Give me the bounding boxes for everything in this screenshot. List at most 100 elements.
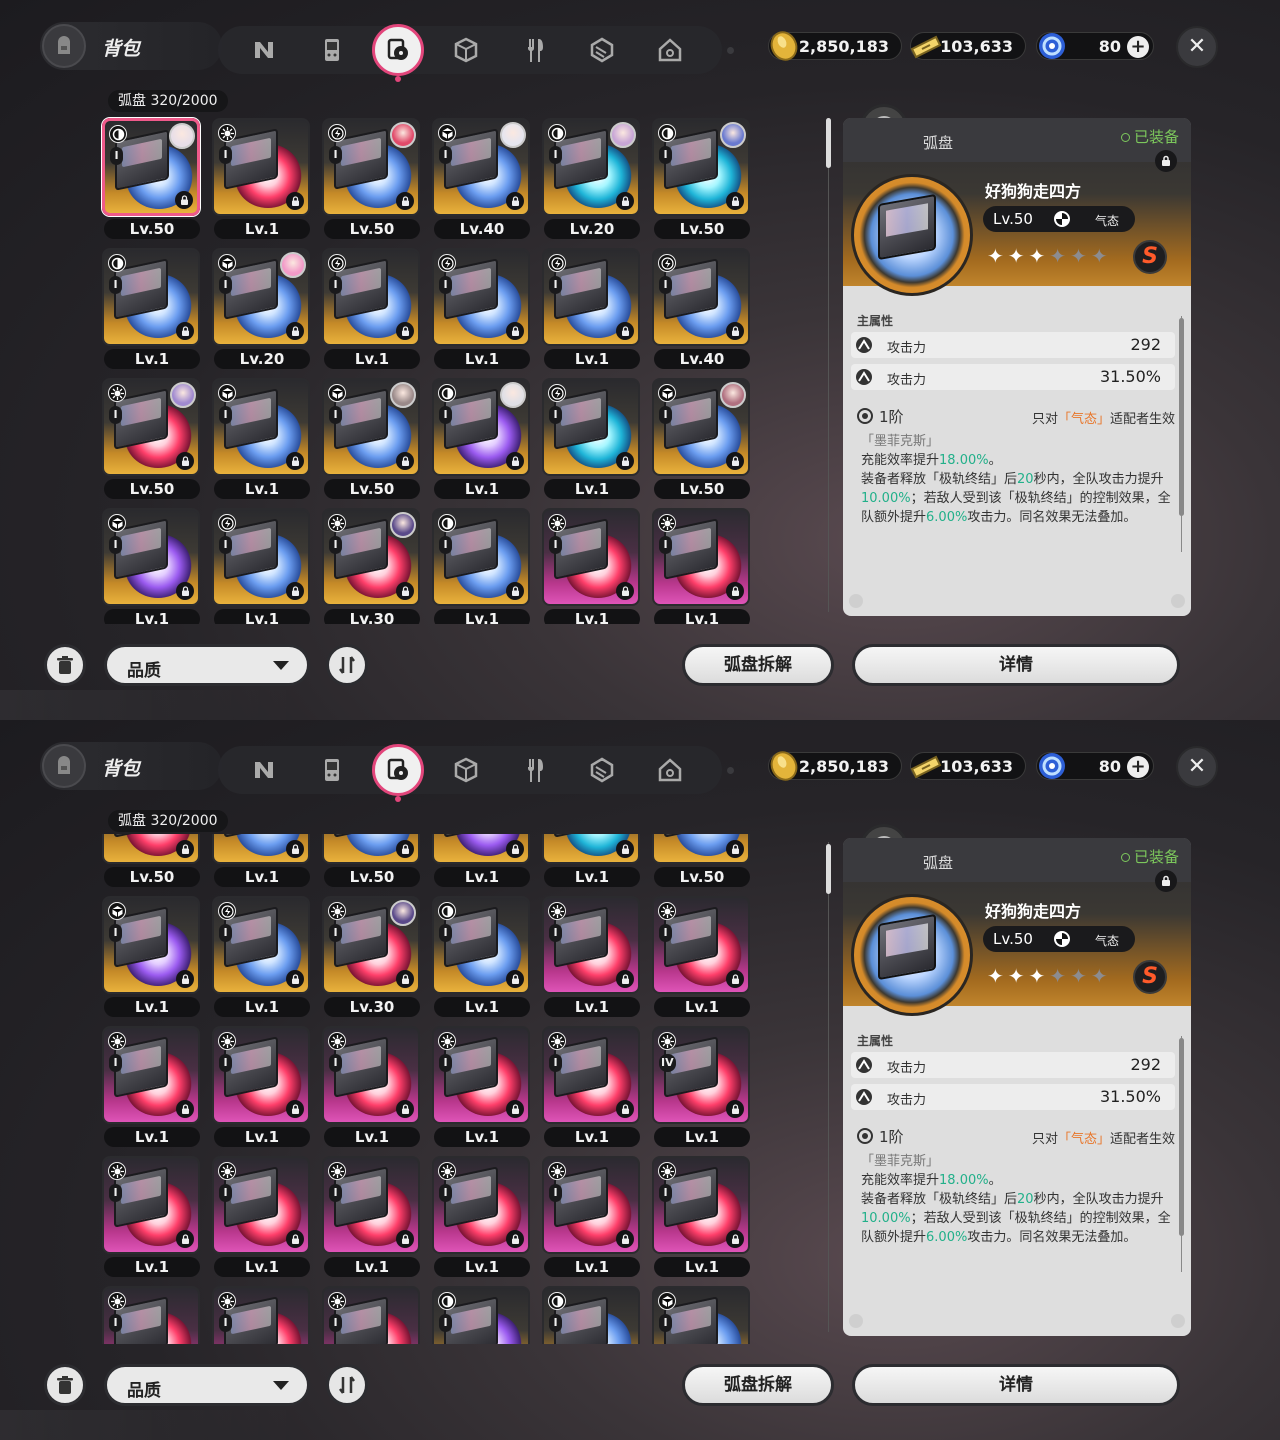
lock-icon[interactable] — [396, 1230, 414, 1248]
disc-card[interactable]: I — [652, 896, 750, 994]
lock-icon[interactable] — [506, 582, 524, 600]
disc-slot[interactable]: I Lv.1 — [432, 378, 532, 500]
quality-filter-dropdown[interactable]: 品质 — [104, 644, 310, 686]
tab-disc-icon[interactable] — [372, 744, 424, 802]
lock-icon[interactable] — [176, 1100, 194, 1118]
disc-slot[interactable]: I Lv.1 — [322, 1026, 422, 1148]
disc-slot[interactable]: IV Lv.1 — [652, 1026, 752, 1148]
disc-card[interactable]: IV — [652, 1026, 750, 1124]
disc-card[interactable]: I — [652, 834, 750, 864]
tab-material-icon[interactable] — [580, 28, 624, 72]
disc-card[interactable]: I — [542, 1286, 640, 1344]
disc-slot[interactable]: I Lv.1 — [542, 1156, 642, 1278]
details-button[interactable]: 详情 — [852, 1364, 1180, 1406]
disc-slot[interactable]: I Lv.1 — [102, 1026, 202, 1148]
disc-dismantle-button[interactable]: 弧盘拆解 — [682, 644, 834, 686]
grid-scroll-thumb[interactable] — [826, 844, 831, 894]
lock-icon[interactable] — [176, 322, 194, 340]
disc-card[interactable]: I — [102, 378, 200, 476]
disc-slot[interactable]: I — [652, 1286, 752, 1344]
disc-slot[interactable]: I — [542, 1286, 642, 1344]
disc-slot[interactable]: I Lv.1 — [212, 896, 312, 1018]
disc-slot[interactable]: I Lv.50 — [322, 378, 422, 500]
tab-n-icon[interactable] — [242, 748, 286, 792]
lock-icon[interactable] — [616, 322, 634, 340]
lock-icon[interactable] — [726, 840, 744, 858]
lock-icon[interactable] — [506, 192, 524, 210]
disc-card[interactable]: I — [102, 896, 200, 994]
tab-home-icon[interactable] — [648, 28, 692, 72]
disc-slot[interactable]: I Lv.1 — [212, 378, 312, 500]
tab-home-icon[interactable] — [648, 748, 692, 792]
lock-icon[interactable] — [506, 970, 524, 988]
detail-scrollbar[interactable] — [1179, 1032, 1184, 1276]
tab-gadget-icon[interactable] — [310, 28, 354, 72]
lock-icon[interactable] — [616, 1230, 634, 1248]
close-button[interactable]: ✕ — [1176, 26, 1218, 68]
disc-slot[interactable]: I Lv.50 — [652, 378, 752, 500]
disc-slot[interactable]: I Lv.40 — [652, 248, 752, 370]
lock-icon[interactable] — [396, 970, 414, 988]
disc-slot[interactable]: I Lv.40 — [432, 118, 532, 240]
trash-button[interactable] — [44, 1364, 86, 1406]
disc-card[interactable]: I — [652, 508, 750, 606]
lock-icon[interactable] — [616, 452, 634, 470]
disc-card[interactable]: I — [652, 248, 750, 346]
disc-card[interactable]: I — [322, 1286, 420, 1344]
lock-icon[interactable] — [726, 452, 744, 470]
lock-icon[interactable] — [506, 452, 524, 470]
disc-card[interactable]: I — [212, 1286, 310, 1344]
disc-card[interactable]: I — [322, 248, 420, 346]
quality-filter-dropdown[interactable]: 品质 — [104, 1364, 310, 1406]
sort-order-button[interactable] — [326, 1364, 368, 1406]
lock-icon[interactable] — [506, 1100, 524, 1118]
detail-scroll-thumb[interactable] — [1179, 1038, 1184, 1236]
disc-slot[interactable]: I Lv.1 — [212, 834, 312, 888]
disc-card[interactable]: I — [542, 248, 640, 346]
disc-card[interactable]: I — [652, 118, 750, 216]
disc-slot[interactable]: I Lv.1 — [102, 248, 202, 370]
lock-icon[interactable] — [176, 452, 194, 470]
disc-slot[interactable]: I — [322, 1286, 422, 1344]
disc-card[interactable]: I — [102, 1026, 200, 1124]
lock-icon[interactable] — [286, 970, 304, 988]
disc-slot[interactable]: I Lv.1 — [322, 1156, 422, 1278]
lock-icon[interactable] — [616, 1100, 634, 1118]
disc-slot[interactable]: I Lv.1 — [542, 896, 642, 1018]
trash-button[interactable] — [44, 644, 86, 686]
lock-icon[interactable] — [726, 192, 744, 210]
disc-card[interactable]: I — [432, 118, 530, 216]
sort-order-button[interactable] — [326, 644, 368, 686]
disc-card[interactable]: I — [212, 508, 310, 606]
lock-icon[interactable] — [286, 1100, 304, 1118]
lock-icon[interactable] — [726, 322, 744, 340]
lock-icon[interactable] — [616, 582, 634, 600]
disc-card[interactable]: I — [322, 834, 420, 864]
disc-slot[interactable]: I Lv.50 — [322, 834, 422, 888]
tab-disc-icon[interactable] — [372, 24, 424, 82]
lock-icon[interactable] — [616, 192, 634, 210]
lock-icon[interactable] — [176, 582, 194, 600]
disc-card[interactable]: I — [432, 378, 530, 476]
lock-icon[interactable] — [286, 840, 304, 858]
disc-slot[interactable]: I Lv.1 — [212, 118, 312, 240]
disc-card[interactable]: I — [542, 1026, 640, 1124]
disc-card[interactable]: I — [542, 508, 640, 606]
lock-icon[interactable] — [286, 1230, 304, 1248]
grid-scrollbar[interactable] — [826, 112, 831, 622]
disc-slot[interactable]: I Lv.1 — [102, 1156, 202, 1278]
disc-slot[interactable]: I Lv.50 — [102, 834, 202, 888]
disc-card[interactable]: I — [432, 1026, 530, 1124]
disc-card[interactable]: I — [322, 508, 420, 606]
tab-material-icon[interactable] — [580, 748, 624, 792]
disc-slot[interactable]: I Lv.1 — [542, 834, 642, 888]
disc-card[interactable]: I — [432, 248, 530, 346]
disc-slot[interactable]: I Lv.1 — [432, 896, 532, 1018]
details-button[interactable]: 详情 — [852, 644, 1180, 686]
add-gem-button[interactable]: + — [1127, 756, 1149, 778]
disc-card[interactable]: I — [542, 118, 640, 216]
disc-slot[interactable]: I Lv.1 — [102, 896, 202, 1018]
disc-card[interactable]: I — [322, 896, 420, 994]
disc-slot[interactable]: I Lv.1 — [212, 1026, 312, 1148]
disc-slot[interactable]: I Lv.1 — [432, 508, 532, 624]
